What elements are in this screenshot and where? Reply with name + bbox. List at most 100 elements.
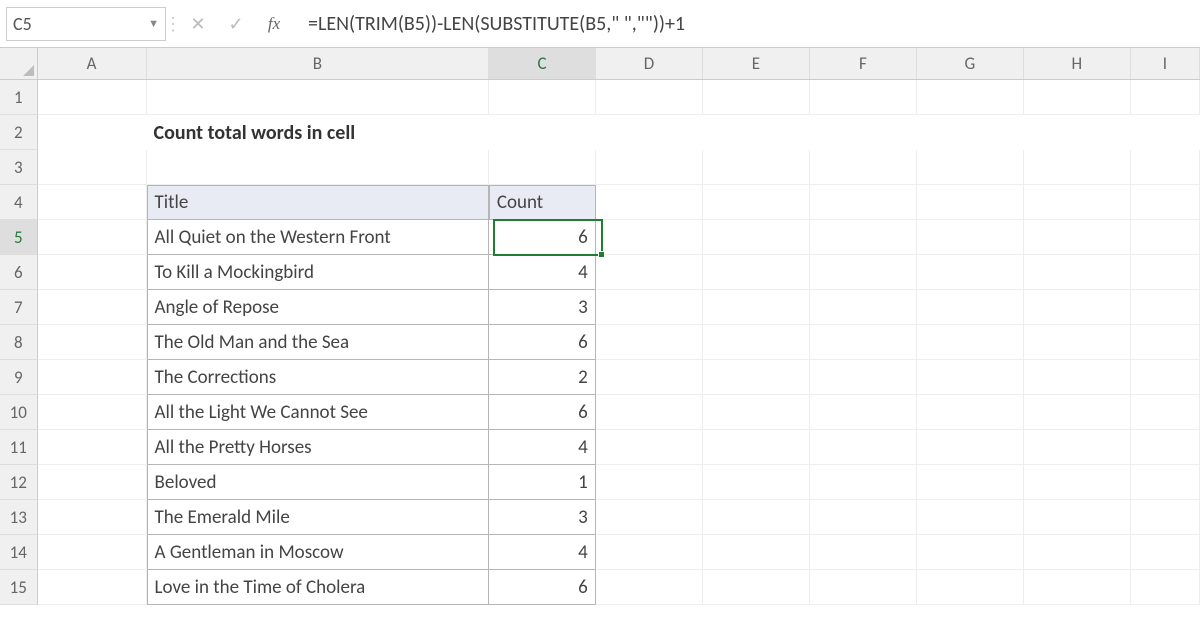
cell-I15[interactable] [1131,570,1200,605]
cell-G13[interactable] [917,500,1024,535]
column-header-B[interactable]: B [147,48,490,79]
cell-D2[interactable] [596,115,703,150]
cell-A12[interactable] [38,465,147,500]
cell-B6[interactable]: To Kill a Mockingbird [147,255,489,290]
cell-G12[interactable] [917,465,1024,500]
cell-H10[interactable] [1024,395,1131,430]
cell-G10[interactable] [917,395,1024,430]
cell-E14[interactable] [703,535,810,570]
name-box[interactable]: C5 ▼ [6,7,166,41]
column-header-F[interactable]: F [810,48,917,79]
cell-C10[interactable]: 6 [489,395,596,430]
cell-A9[interactable] [38,360,147,395]
cell-G4[interactable] [917,185,1024,220]
row-header-11[interactable]: 11 [0,430,38,465]
cell-C4[interactable]: Count [489,185,596,220]
cell-D12[interactable] [596,465,703,500]
cell-A3[interactable] [38,150,147,185]
cell-I4[interactable] [1131,185,1200,220]
cell-C5[interactable]: 6 [489,220,596,255]
cell-I14[interactable] [1131,535,1200,570]
cell-C7[interactable]: 3 [489,290,596,325]
cell-I7[interactable] [1131,290,1200,325]
cell-B13[interactable]: The Emerald Mile [147,500,489,535]
cell-C8[interactable]: 6 [489,325,596,360]
column-header-E[interactable]: E [703,48,810,79]
cell-E2[interactable] [703,115,810,150]
cell-F6[interactable] [810,255,917,290]
cell-F3[interactable] [810,150,917,185]
row-header-15[interactable]: 15 [0,570,38,605]
column-header-H[interactable]: H [1024,48,1131,79]
cell-D14[interactable] [596,535,703,570]
cell-B11[interactable]: All the Pretty Horses [147,430,489,465]
cell-F5[interactable] [810,220,917,255]
cell-D7[interactable] [596,290,703,325]
cell-G11[interactable] [917,430,1024,465]
cell-H5[interactable] [1024,220,1131,255]
cell-E15[interactable] [703,570,810,605]
cell-I8[interactable] [1131,325,1200,360]
cell-C3[interactable] [489,150,596,185]
cell-H11[interactable] [1024,430,1131,465]
cell-D11[interactable] [596,430,703,465]
cell-F12[interactable] [810,465,917,500]
cell-E11[interactable] [703,430,810,465]
cell-F10[interactable] [810,395,917,430]
cell-F1[interactable] [810,80,917,115]
cell-F14[interactable] [810,535,917,570]
cell-B2[interactable]: Count total words in cell [147,115,489,150]
row-header-6[interactable]: 6 [0,255,38,290]
column-header-A[interactable]: A [38,48,147,79]
cell-B3[interactable] [147,150,489,185]
cell-G14[interactable] [917,535,1024,570]
cell-F13[interactable] [810,500,917,535]
cell-A13[interactable] [38,500,147,535]
cell-G5[interactable] [917,220,1024,255]
row-header-1[interactable]: 1 [0,80,38,115]
cell-H9[interactable] [1024,360,1131,395]
row-header-10[interactable]: 10 [0,395,38,430]
cell-I11[interactable] [1131,430,1200,465]
cell-C2[interactable] [489,115,596,150]
cell-H3[interactable] [1024,150,1131,185]
cell-B12[interactable]: Beloved [147,465,489,500]
cell-E5[interactable] [703,220,810,255]
cell-B9[interactable]: The Corrections [147,360,489,395]
cell-C9[interactable]: 2 [489,360,596,395]
cell-I6[interactable] [1131,255,1200,290]
cell-D13[interactable] [596,500,703,535]
cell-H6[interactable] [1024,255,1131,290]
cell-I12[interactable] [1131,465,1200,500]
cell-D3[interactable] [596,150,703,185]
column-header-G[interactable]: G [917,48,1024,79]
cell-I13[interactable] [1131,500,1200,535]
cell-A8[interactable] [38,325,147,360]
cell-I3[interactable] [1131,150,1200,185]
cell-A2[interactable] [38,115,147,150]
cell-A15[interactable] [38,570,147,605]
cell-G2[interactable] [917,115,1024,150]
cell-D5[interactable] [596,220,703,255]
cell-C1[interactable] [489,80,596,115]
enter-icon[interactable]: ✓ [218,7,254,41]
row-header-2[interactable]: 2 [0,115,38,150]
cell-B8[interactable]: The Old Man and the Sea [147,325,489,360]
insert-function-icon[interactable]: fx [256,7,292,41]
cell-A10[interactable] [38,395,147,430]
cell-C6[interactable]: 4 [489,255,596,290]
cell-H12[interactable] [1024,465,1131,500]
cell-B10[interactable]: All the Light We Cannot See [147,395,489,430]
cell-H7[interactable] [1024,290,1131,325]
cell-F15[interactable] [810,570,917,605]
cell-C14[interactable]: 4 [489,535,596,570]
cell-E10[interactable] [703,395,810,430]
cell-H2[interactable] [1024,115,1131,150]
cell-G7[interactable] [917,290,1024,325]
cell-H14[interactable] [1024,535,1131,570]
cell-H4[interactable] [1024,185,1131,220]
row-header-7[interactable]: 7 [0,290,38,325]
cell-A4[interactable] [38,185,147,220]
cell-D10[interactable] [596,395,703,430]
cell-G8[interactable] [917,325,1024,360]
